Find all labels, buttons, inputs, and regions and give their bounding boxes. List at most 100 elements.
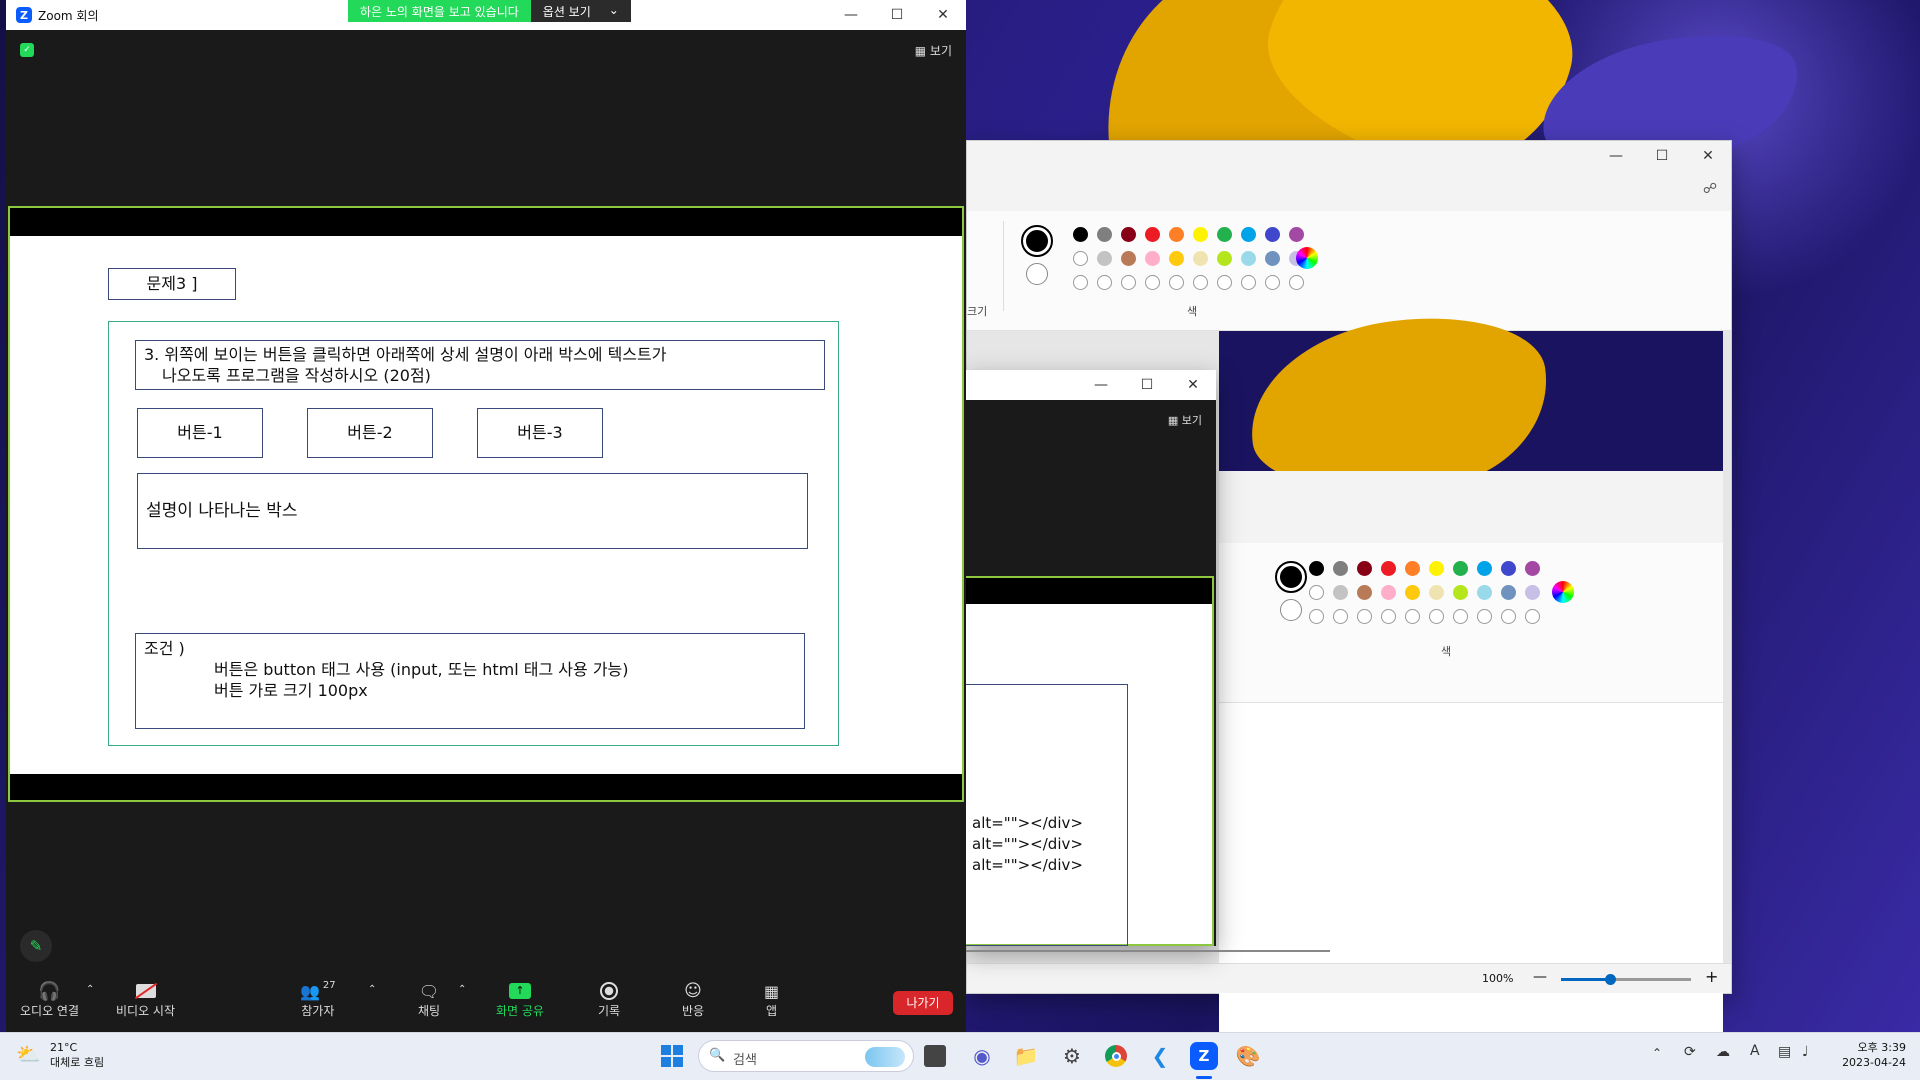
encryption-shield-icon[interactable]: ✓ (20, 43, 34, 57)
custom-color-slot[interactable] (1405, 609, 1420, 624)
maximize-button[interactable]: ☐ (874, 0, 920, 30)
color-swatch[interactable] (1097, 227, 1112, 242)
record-button[interactable]: 기록 (598, 980, 620, 1019)
view-button[interactable]: ▦ 보기 (915, 42, 952, 59)
custom-color-slot[interactable] (1381, 609, 1396, 624)
custom-color-slot[interactable] (1073, 275, 1088, 290)
color-swatch[interactable] (1169, 251, 1184, 266)
color-swatch[interactable] (1289, 227, 1304, 242)
color-swatch[interactable] (1477, 561, 1492, 576)
taskbar-clock[interactable]: 오후 3:39 2023-04-24 (1830, 1040, 1906, 1070)
color-swatch[interactable] (1121, 227, 1136, 242)
leave-button[interactable]: 나가기 (893, 991, 953, 1015)
ime-icon[interactable]: A (1750, 1043, 1760, 1059)
share-icon[interactable]: ☍ (1703, 181, 1717, 197)
zoom-taskbar-icon[interactable]: Z (1190, 1042, 1218, 1070)
audio-button[interactable]: 🎧 오디오 연결 (20, 980, 79, 1019)
zoom-slider[interactable] (1561, 974, 1691, 985)
maximize-button[interactable]: ☐ (1124, 370, 1170, 400)
custom-color-slot[interactable] (1169, 275, 1184, 290)
color-swatch[interactable] (1453, 561, 1468, 576)
color-swatch[interactable] (1265, 251, 1280, 266)
share-screen-button[interactable]: ↑ 화면 공유 (496, 980, 544, 1019)
reactions-button[interactable]: ☺ 반응 (682, 980, 704, 1019)
secondary-color-swatch[interactable] (1280, 599, 1302, 621)
maximize-button[interactable]: ☐ (1639, 141, 1685, 171)
zoom-slider-thumb[interactable] (1605, 974, 1616, 985)
taskbar-search[interactable]: 🔍 검색 (698, 1040, 914, 1072)
task-view-icon[interactable] (924, 1045, 946, 1067)
close-button[interactable]: ✕ (1170, 370, 1216, 400)
annotate-pencil-icon[interactable]: ✎ (20, 930, 52, 962)
custom-color-slot[interactable] (1453, 609, 1468, 624)
color-swatch[interactable] (1453, 585, 1468, 600)
volume-icon[interactable]: ♩ (1802, 1044, 1809, 1060)
close-button[interactable]: ✕ (920, 0, 966, 30)
custom-color-slot[interactable] (1145, 275, 1160, 290)
color-swatch[interactable] (1501, 561, 1516, 576)
color-swatch[interactable] (1121, 251, 1136, 266)
weather-icon[interactable]: ⛅ (16, 1042, 41, 1066)
chat-button[interactable]: 🗨 채팅 (418, 980, 440, 1019)
horizontal-scrollbar[interactable] (966, 950, 1330, 952)
custom-color-slot[interactable] (1525, 609, 1540, 624)
edit-colors-icon[interactable] (1296, 247, 1318, 269)
custom-color-slot[interactable] (1477, 609, 1492, 624)
color-swatch[interactable] (1265, 227, 1280, 242)
color-swatch[interactable] (1333, 561, 1348, 576)
color-swatch[interactable] (1193, 227, 1208, 242)
minimize-button[interactable]: — (828, 0, 874, 30)
zoom-out-icon[interactable]: — (1533, 969, 1547, 985)
color-swatch[interactable] (1193, 251, 1208, 266)
color-swatch[interactable] (1073, 251, 1088, 266)
color-swatch[interactable] (1405, 561, 1420, 576)
primary-color-swatch[interactable] (1275, 561, 1307, 593)
color-swatch[interactable] (1241, 251, 1256, 266)
start-windows-icon[interactable] (658, 1042, 686, 1070)
color-swatch[interactable] (1381, 585, 1396, 600)
chat-caret-icon[interactable]: ⌃ (458, 984, 466, 995)
weather-widget[interactable]: 21°C 대체로 흐림 (50, 1040, 104, 1070)
color-swatch[interactable] (1097, 251, 1112, 266)
color-swatch[interactable] (1073, 227, 1088, 242)
paint-app-icon[interactable]: 🎨 (1234, 1042, 1262, 1070)
color-swatch[interactable] (1145, 227, 1160, 242)
color-swatch[interactable] (1169, 227, 1184, 242)
custom-color-slot[interactable] (1241, 275, 1256, 290)
custom-color-slot[interactable] (1289, 275, 1304, 290)
edit-colors-icon[interactable] (1552, 581, 1574, 603)
chrome-icon[interactable] (1102, 1042, 1130, 1070)
color-swatch[interactable] (1525, 561, 1540, 576)
color-swatch[interactable] (1477, 585, 1492, 600)
file-explorer-icon[interactable]: 📁 (1012, 1042, 1040, 1070)
close-button[interactable]: ✕ (1685, 141, 1731, 171)
chat-app-icon[interactable]: ◉ (968, 1042, 996, 1070)
color-swatch[interactable] (1525, 585, 1540, 600)
network-icon[interactable]: ▤ (1778, 1044, 1791, 1060)
primary-color-swatch[interactable] (1021, 225, 1053, 257)
custom-color-slot[interactable] (1429, 609, 1444, 624)
minimize-button[interactable]: — (1078, 370, 1124, 400)
mini-view-button[interactable]: ▦ 보기 (1168, 412, 1202, 428)
color-swatch[interactable] (1429, 585, 1444, 600)
color-swatch[interactable] (1357, 585, 1372, 600)
onedrive-icon[interactable]: ☁ (1716, 1044, 1730, 1060)
custom-color-slot[interactable] (1097, 275, 1112, 290)
secondary-color-swatch[interactable] (1026, 263, 1048, 285)
color-swatch[interactable] (1357, 561, 1372, 576)
color-swatch[interactable] (1309, 561, 1324, 576)
custom-color-slot[interactable] (1309, 609, 1324, 624)
vscode-icon[interactable]: ❮ (1146, 1042, 1174, 1070)
custom-color-slot[interactable] (1501, 609, 1516, 624)
color-swatch[interactable] (1241, 227, 1256, 242)
custom-color-slot[interactable] (1193, 275, 1208, 290)
color-swatch[interactable] (1217, 251, 1232, 266)
zoom-in-icon[interactable]: + (1705, 967, 1718, 986)
color-swatch[interactable] (1145, 251, 1160, 266)
view-options-button[interactable]: 옵션 보기 ⌄ (530, 0, 631, 22)
color-swatch[interactable] (1381, 561, 1396, 576)
custom-color-slot[interactable] (1357, 609, 1372, 624)
tray-overflow-chevron-icon[interactable]: ⌃ (1652, 1046, 1662, 1060)
sync-icon[interactable]: ⟳ (1684, 1044, 1696, 1060)
color-swatch[interactable] (1333, 585, 1348, 600)
